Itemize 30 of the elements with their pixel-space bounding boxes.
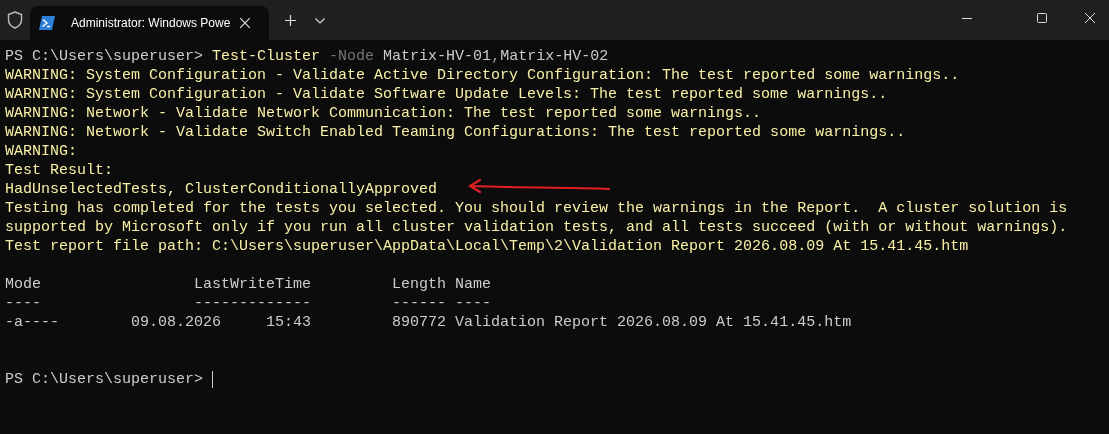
argument-text: Matrix-HV-02 xyxy=(500,47,609,66)
operator-text: , xyxy=(491,47,501,66)
output-text: -a---- 09.08.2026 15:43 890772 Validation Report 2026.08.09 At 15.41.45.htm xyxy=(5,313,852,332)
warning-text: WARNING: System Configuration - Validate Active Directory Configuration: The test reported some warnings.. xyxy=(5,66,960,85)
warning-text: WARNING: Network - Validate Switch Enabled Teaming Configurations: The test reported some warnings.. xyxy=(5,123,906,142)
prompt-text: PS C:\Users\superuser> xyxy=(5,47,205,66)
warning-text: WARNING: xyxy=(5,142,77,161)
tab-title: Administrator: Windows Powe xyxy=(71,15,232,32)
warning-text: Test report file path: C:\Users\superuser\AppData\Local\Temp\2\Validation Report 2026.08.09 At 15.41.45.htm xyxy=(5,237,969,256)
close-icon[interactable] xyxy=(1085,13,1095,23)
cmdlet-name: Test-Cluster xyxy=(212,47,322,66)
prompt-text: PS C:\Users\superuser> xyxy=(5,370,205,389)
shield-icon xyxy=(7,11,23,29)
warning-text: Testing has completed for the tests you selected. You should review the warnings in the Report. A cluster solution is xyxy=(5,199,1068,218)
plus-icon[interactable] xyxy=(285,15,296,26)
text-cursor xyxy=(212,371,214,388)
terminal-tab[interactable]: Administrator: Windows Powe xyxy=(30,6,269,40)
output-text: Mode LastWriteTime Length Name xyxy=(5,275,492,294)
warning-text: WARNING: Network - Validate Network Communication: The test reported some warnings.. xyxy=(5,104,762,123)
maximize-icon[interactable] xyxy=(1037,13,1047,23)
warning-text: Test Result: xyxy=(5,161,114,180)
output-text: ---- ------------- ------ ---- xyxy=(5,294,492,313)
powershell-icon xyxy=(39,16,55,30)
warning-text: WARNING: System Configuration - Validate Software Update Levels: The test reported some warnings.. xyxy=(5,85,888,104)
parameter-name: -Node xyxy=(329,47,376,66)
warning-text: HadUnselectedTests, ClusterConditionallyApproved xyxy=(5,180,438,199)
argument-text: Matrix-HV-01 xyxy=(383,47,492,66)
warning-text: supported by Microsoft only if you run all cluster validation tests, and all tests succeed (with or without warnings). xyxy=(5,218,1068,237)
close-icon[interactable] xyxy=(240,18,250,28)
caret-icon[interactable] xyxy=(315,18,325,24)
